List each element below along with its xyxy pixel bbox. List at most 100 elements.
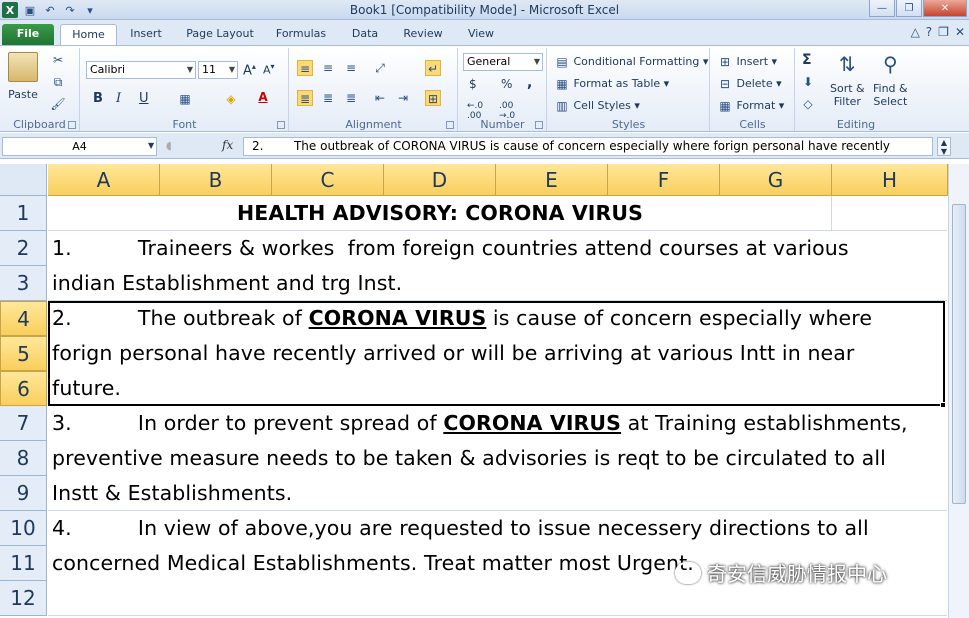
- delete-cells-button[interactable]: ⊟ Delete ▾: [717, 76, 782, 92]
- ribbon-tabs: File Home Insert Page Layout Formulas Da…: [0, 20, 969, 45]
- expand-formula-bar-icon[interactable]: ▲ ▼: [937, 137, 951, 156]
- underline-button[interactable]: U: [139, 91, 149, 106]
- cell-a9[interactable]: Instt & Establishments.: [52, 476, 292, 511]
- currency-button[interactable]: $: [469, 77, 477, 91]
- sort-filter-button[interactable]: ⇅ Sort & Filter: [830, 52, 865, 108]
- clipboard-launcher-icon[interactable]: [68, 121, 76, 129]
- bold-button[interactable]: B: [93, 91, 103, 106]
- shrink-font-icon[interactable]: A▾: [263, 62, 275, 77]
- tab-review[interactable]: Review: [398, 24, 448, 45]
- tab-page-layout[interactable]: Page Layout: [181, 24, 259, 45]
- column-header-h[interactable]: H: [832, 164, 948, 196]
- scrollbar-thumb[interactable]: [952, 204, 966, 504]
- row-header-6[interactable]: 6: [0, 371, 47, 406]
- font-size-select[interactable]: 11 ▼: [198, 61, 238, 79]
- tab-insert[interactable]: Insert: [122, 24, 170, 45]
- merge-center-icon[interactable]: ⊞: [425, 90, 441, 106]
- cell-a3[interactable]: indian Establishment and trg Inst.: [52, 266, 402, 301]
- minimize-button[interactable]: —: [869, 0, 895, 17]
- row-header-1[interactable]: 1: [0, 196, 47, 231]
- align-top-icon[interactable]: ≡: [297, 60, 313, 76]
- format-cells-button[interactable]: ▦ Format ▾: [717, 98, 784, 114]
- cell-a10[interactable]: 4. In view of above,you are requested to…: [52, 511, 869, 546]
- number-launcher-icon[interactable]: [535, 121, 543, 129]
- formula-input[interactable]: 2. The outbreak of CORONA VIRUS is cause…: [243, 137, 933, 156]
- increase-indent-icon[interactable]: ⇥: [395, 90, 411, 106]
- copy-icon[interactable]: ⧉: [50, 74, 66, 90]
- alignment-launcher-icon[interactable]: [446, 121, 454, 129]
- paste-button[interactable]: Paste: [8, 52, 38, 101]
- align-middle-icon[interactable]: ≡: [320, 60, 336, 76]
- cell-a11[interactable]: concerned Medical Establishments. Treat …: [52, 546, 694, 581]
- cell-a2[interactable]: 1. Traineers & workes from foreign count…: [52, 231, 849, 266]
- decrease-indent-icon[interactable]: ⇤: [372, 90, 388, 106]
- format-cells-icon: ▦: [719, 99, 731, 113]
- select-all-corner[interactable]: [0, 164, 47, 196]
- align-left-icon[interactable]: ≣: [297, 90, 313, 106]
- fill-handle[interactable]: [940, 402, 946, 408]
- restore-button[interactable]: ❐: [896, 0, 922, 17]
- format-as-table-button[interactable]: ▦ Format as Table ▾: [554, 76, 669, 92]
- font-color-icon[interactable]: A: [255, 89, 271, 105]
- comma-button[interactable]: ,: [527, 75, 532, 91]
- row-header-9[interactable]: 9: [0, 476, 47, 511]
- selected-cell-range[interactable]: [48, 301, 945, 406]
- borders-icon[interactable]: ▦: [177, 91, 193, 107]
- row-header-7[interactable]: 7: [0, 406, 47, 441]
- find-select-button[interactable]: ⚲ Find & Select: [873, 52, 908, 108]
- column-header-f[interactable]: F: [608, 164, 720, 196]
- vertical-scrollbar[interactable]: [948, 164, 969, 618]
- column-header-a[interactable]: A: [48, 164, 160, 196]
- help-icon[interactable]: ?: [926, 25, 932, 39]
- orientation-icon[interactable]: ⤢: [372, 60, 388, 76]
- row-header-2[interactable]: 2: [0, 231, 47, 266]
- column-header-b[interactable]: B: [160, 164, 272, 196]
- grow-font-icon[interactable]: A▴: [243, 62, 256, 78]
- font-launcher-icon[interactable]: [277, 121, 285, 129]
- format-painter-icon[interactable]: 🖌: [50, 96, 66, 112]
- cell-styles-button[interactable]: ▥ Cell Styles ▾: [554, 98, 640, 114]
- close-button[interactable]: ✕: [923, 0, 967, 17]
- align-center-icon[interactable]: ≣: [320, 90, 336, 106]
- column-header-d[interactable]: D: [384, 164, 496, 196]
- column-header-e[interactable]: E: [496, 164, 608, 196]
- fill-icon[interactable]: ⬇: [800, 74, 816, 90]
- tab-formulas[interactable]: Formulas: [270, 24, 332, 45]
- tab-home[interactable]: Home: [60, 24, 117, 45]
- row-header-11[interactable]: 11: [0, 546, 47, 581]
- column-header-c[interactable]: C: [272, 164, 384, 196]
- column-header-g[interactable]: G: [720, 164, 832, 196]
- conditional-formatting-button[interactable]: ▤ Conditional Formatting ▾: [554, 54, 708, 70]
- row-header-5[interactable]: 5: [0, 336, 47, 371]
- align-right-icon[interactable]: ≣: [343, 90, 359, 106]
- cell-a8[interactable]: preventive measure needs to be taken & a…: [52, 441, 886, 476]
- name-box[interactable]: A4: [2, 137, 157, 156]
- formula-bar-handle-icon[interactable]: ◖: [166, 139, 172, 152]
- insert-cells-button[interactable]: ⊞ Insert ▾: [717, 54, 777, 70]
- align-bottom-icon[interactable]: ≡: [343, 60, 359, 76]
- italic-button[interactable]: I: [116, 91, 121, 106]
- tab-data[interactable]: Data: [343, 24, 387, 45]
- minimize-ribbon-icon[interactable]: △: [911, 25, 920, 39]
- percent-button[interactable]: %: [501, 77, 512, 91]
- name-box-dropdown-icon[interactable]: ▼: [148, 141, 154, 150]
- clear-icon[interactable]: ◇: [800, 96, 816, 112]
- cut-icon[interactable]: ✂: [50, 52, 66, 68]
- row-header-3[interactable]: 3: [0, 266, 47, 301]
- row-header-8[interactable]: 8: [0, 441, 47, 476]
- font-name-select[interactable]: Calibri ▼: [86, 61, 196, 79]
- row-header-4[interactable]: 4: [0, 301, 47, 336]
- autosum-icon[interactable]: Σ: [802, 52, 812, 68]
- cell-a7[interactable]: 3. In order to prevent spread of CORONA …: [52, 406, 908, 441]
- row-header-12[interactable]: 12: [0, 581, 47, 616]
- window-restore-icon[interactable]: ❐: [938, 25, 949, 39]
- insert-function-icon[interactable]: fx: [222, 138, 233, 152]
- fill-color-icon[interactable]: ◈: [223, 91, 239, 107]
- wrap-text-icon[interactable]: ↵: [425, 60, 441, 76]
- number-format-select[interactable]: General ▼: [463, 53, 543, 71]
- tab-view[interactable]: View: [460, 24, 502, 45]
- row-header-10[interactable]: 10: [0, 511, 47, 546]
- window-close-icon[interactable]: ✕: [955, 25, 965, 39]
- cell-a1-title[interactable]: HEALTH ADVISORY: CORONA VIRUS: [48, 196, 832, 231]
- tab-file[interactable]: File: [2, 24, 54, 45]
